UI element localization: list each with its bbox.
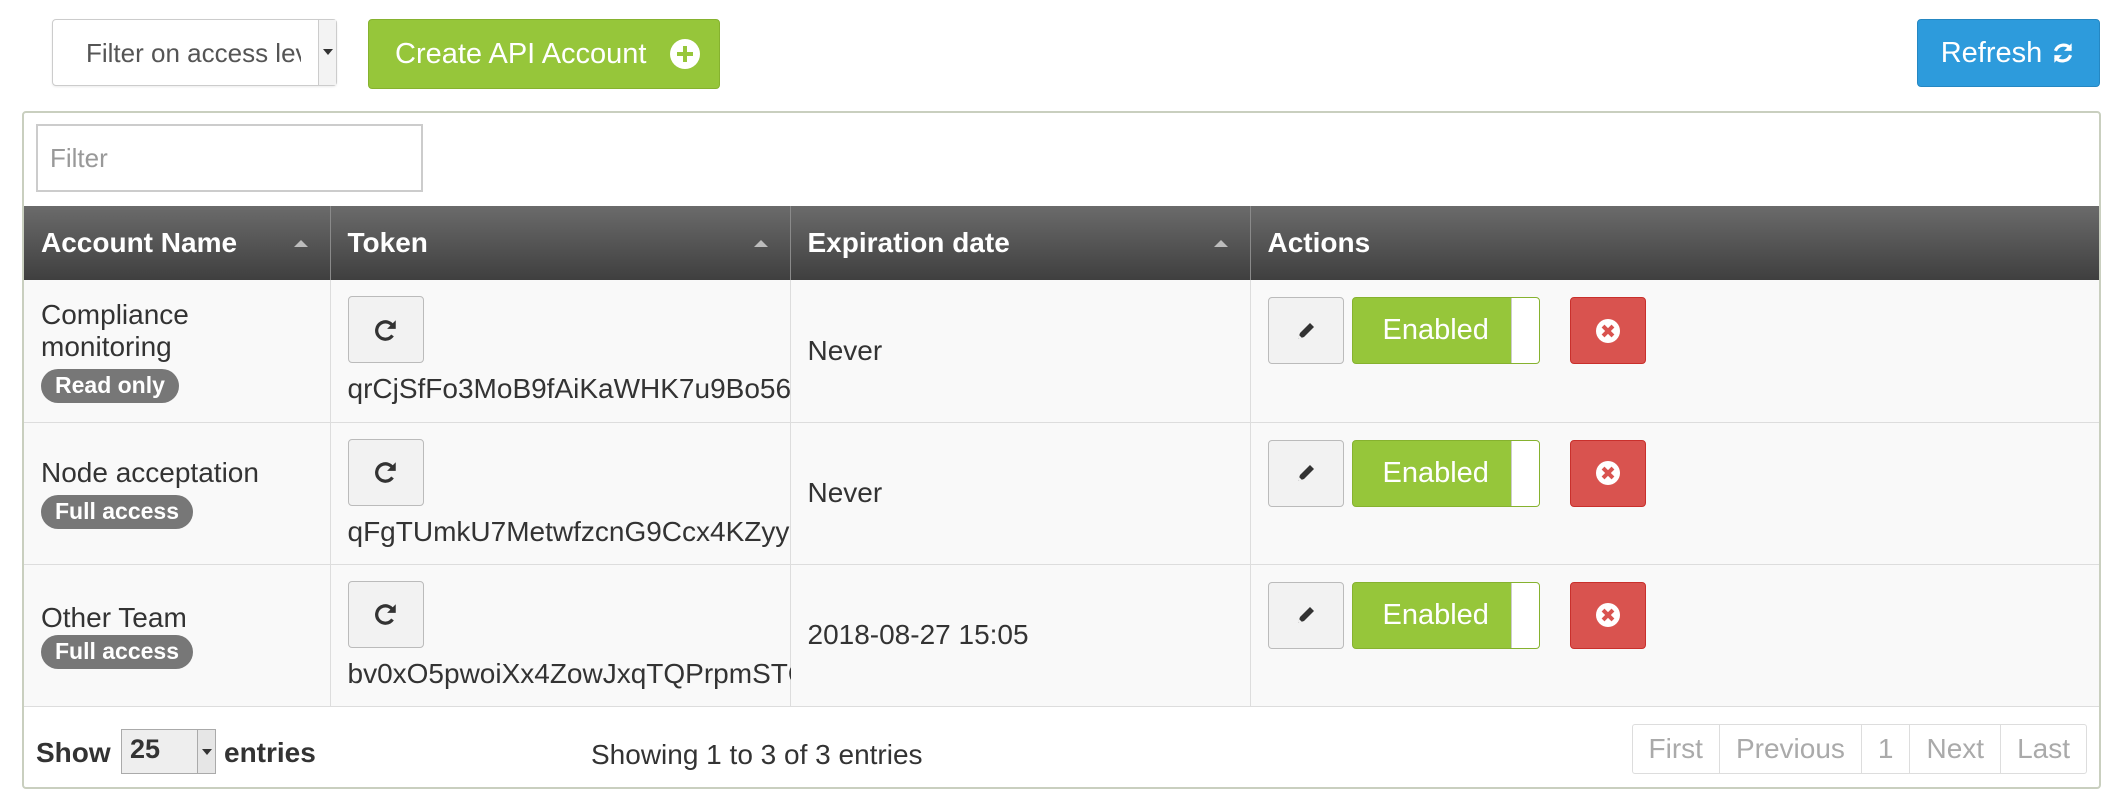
- refresh-icon: [2054, 43, 2073, 63]
- account-name-cell: Node acceptation Full access: [24, 422, 331, 565]
- account-name-cell: Other Team Full access: [24, 564, 331, 707]
- refresh-label: Refresh: [1940, 36, 2043, 69]
- access-level-badge: Read only: [41, 368, 179, 403]
- table-row: Other Team Full access bv0xO5pwoiXx4ZowJ…: [24, 564, 2099, 707]
- chevron-down-icon: [197, 730, 215, 773]
- toggle-label: Enabled: [1382, 456, 1489, 489]
- enabled-toggle[interactable]: Enabled: [1351, 297, 1540, 364]
- table-footer: Show 25 entries Showing 1 to 3 of 3 entr…: [24, 711, 2099, 787]
- account-name: Node acceptation: [41, 457, 259, 488]
- delete-button[interactable]: [1569, 439, 1646, 507]
- account-name: Compliance monitoring: [41, 298, 189, 362]
- table-filter-input[interactable]: Filter: [36, 124, 423, 192]
- pencil-icon: [1297, 465, 1314, 481]
- expiration-cell: Never: [790, 422, 1251, 565]
- access-level-badge: Full access: [41, 634, 194, 669]
- enabled-toggle[interactable]: Enabled: [1351, 581, 1540, 649]
- close-circle-icon: [1595, 318, 1620, 343]
- page-length-select[interactable]: 25: [121, 729, 216, 774]
- actions-cell: Enabled: [1250, 564, 2099, 707]
- column-header-label: Expiration date: [807, 227, 1010, 258]
- enabled-toggle[interactable]: Enabled: [1351, 439, 1540, 507]
- pencil-icon: [1297, 322, 1314, 339]
- plus-circle-icon: [670, 39, 701, 69]
- column-header-actions: Actions: [1250, 206, 2099, 280]
- chevron-down-icon: [318, 20, 336, 85]
- access-level-badge: Full access: [41, 495, 194, 529]
- pagination-previous[interactable]: Previous: [1720, 725, 1862, 773]
- expiration-value: 2018-08-27 15:05: [807, 619, 1029, 650]
- table-row: Node acceptation Full access qFgTUmkU7Me…: [24, 422, 2099, 565]
- expiration-cell: Never: [790, 280, 1251, 423]
- toggle-label: Enabled: [1382, 598, 1489, 631]
- edit-button[interactable]: [1267, 297, 1344, 364]
- close-circle-icon: [1595, 603, 1620, 627]
- sort-icon: [1213, 240, 1228, 247]
- account-name: Other Team: [41, 601, 187, 633]
- page-length-value: 25: [130, 734, 161, 764]
- pagination-last[interactable]: Last: [2001, 725, 2086, 773]
- token-cell: bv0xO5pwoiXx4ZowJxqTQPrpmSTQIQ9s: [330, 564, 869, 707]
- refresh-button[interactable]: Refresh: [1917, 19, 2100, 87]
- toggle-knob: [1510, 440, 1539, 506]
- expiration-value: Never: [807, 477, 883, 508]
- refresh-icon: [374, 320, 396, 341]
- regenerate-token-button[interactable]: [347, 438, 424, 506]
- regenerate-token-button[interactable]: [347, 580, 424, 648]
- toggle-label: Enabled: [1382, 314, 1489, 346]
- column-header-expiration[interactable]: Expiration date: [790, 206, 1251, 280]
- table-row: Compliance monitoring Read only qrCjSfFo…: [24, 280, 2099, 423]
- pagination-first[interactable]: First: [1633, 725, 1720, 773]
- token-value: qrCjSfFo3MoB9fAiKaWHK7u9Bo56iYuQ: [347, 373, 852, 405]
- token-value: qFgTUmkU7MetwfzcnG9Ccx4KZyyNCfwN: [347, 515, 879, 547]
- entries-label: entries: [224, 737, 316, 768]
- actions-cell: Enabled: [1250, 280, 2099, 423]
- show-label: Show: [36, 737, 111, 768]
- account-name-cell: Compliance monitoring Read only: [24, 280, 331, 423]
- pencil-icon: [1297, 607, 1314, 623]
- toggle-knob: [1510, 582, 1539, 648]
- toolbar: Filter on access lev Create API Account …: [0, 0, 2124, 105]
- column-header-label: Account Name: [41, 227, 238, 258]
- toggle-knob: [1510, 298, 1539, 363]
- table-filter-placeholder: Filter: [50, 143, 108, 173]
- create-api-account-label: Create API Account: [395, 37, 647, 70]
- pagination-page-1[interactable]: 1: [1862, 725, 1911, 773]
- edit-button[interactable]: [1267, 581, 1344, 649]
- delete-button[interactable]: [1569, 581, 1646, 649]
- pagination-next[interactable]: Next: [1910, 725, 2002, 773]
- sort-icon: [293, 240, 308, 247]
- expiration-value: Never: [807, 334, 883, 366]
- actions-cell: Enabled: [1250, 422, 2099, 565]
- token-cell: qrCjSfFo3MoB9fAiKaWHK7u9Bo56iYuQ: [330, 280, 852, 423]
- column-header-token[interactable]: Token: [330, 206, 791, 280]
- pagination: First Previous 1 Next Last: [1631, 724, 2087, 774]
- sort-icon: [753, 240, 768, 247]
- api-accounts-table: Account Name Token Expiration date Actio…: [24, 206, 2099, 707]
- regenerate-token-button[interactable]: [347, 296, 424, 364]
- token-value: bv0xO5pwoiXx4ZowJxqTQPrpmSTQIQ9s: [347, 657, 869, 689]
- access-level-filter-select[interactable]: Filter on access lev: [52, 19, 337, 86]
- refresh-icon: [374, 462, 396, 483]
- access-level-filter-value: Filter on access lev: [86, 38, 301, 68]
- table-info: Showing 1 to 3 of 3 entries: [591, 739, 923, 770]
- edit-button[interactable]: [1267, 439, 1344, 507]
- delete-button[interactable]: [1569, 297, 1646, 364]
- column-header-label: Token: [347, 227, 428, 258]
- create-api-account-button[interactable]: Create API Account: [368, 19, 720, 89]
- token-cell: qFgTUmkU7MetwfzcnG9Ccx4KZyyNCfwN: [330, 422, 879, 565]
- expiration-cell: 2018-08-27 15:05: [790, 564, 1251, 707]
- column-header-label: Actions: [1267, 227, 1371, 258]
- refresh-icon: [374, 604, 396, 625]
- column-header-account-name[interactable]: Account Name: [24, 206, 331, 280]
- close-circle-icon: [1595, 461, 1620, 485]
- api-accounts-panel: Filter Account Name Token Expiration dat…: [22, 111, 2101, 789]
